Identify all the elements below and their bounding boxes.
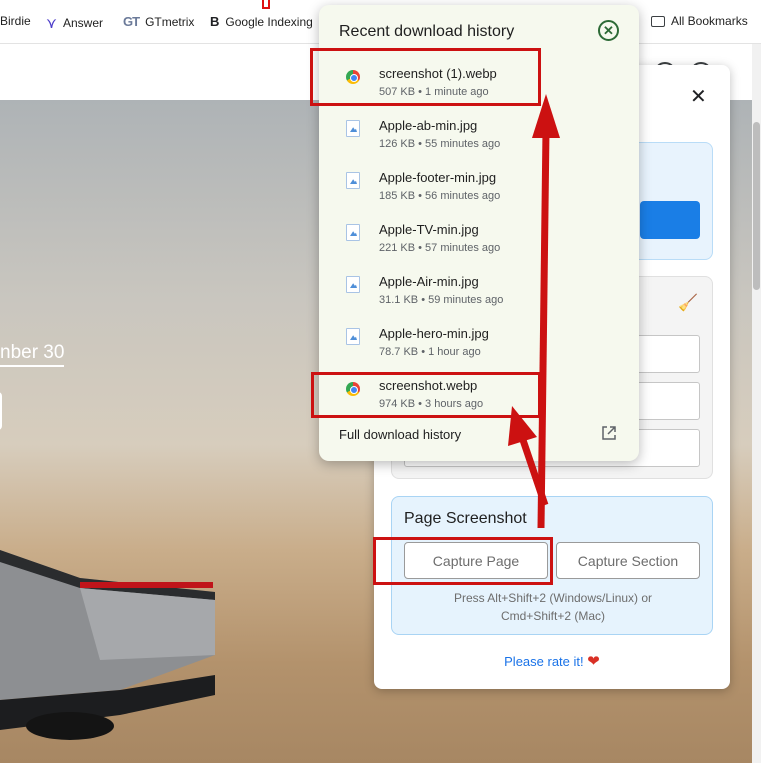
annotation-box-latest-download — [310, 48, 541, 106]
close-circle-icon[interactable]: ✕ — [598, 20, 619, 41]
bookmark-gtmetrix[interactable]: GT GTmetrix — [123, 14, 194, 29]
annotation-box-older-download — [311, 372, 541, 418]
popup-title: Recent download history — [339, 23, 515, 40]
close-icon[interactable]: ✕ — [690, 84, 707, 109]
image-file-icon — [346, 276, 360, 293]
download-name: Apple-ab-min.jpg — [379, 118, 478, 133]
download-meta: 31.1 KB • 59 minutes ago — [379, 294, 504, 306]
download-meta: 185 KB • 56 minutes ago — [379, 190, 501, 202]
broom-icon[interactable]: 🧹 — [678, 293, 698, 313]
shortcut-hint-line: Cmd+Shift+2 (Mac) — [500, 609, 606, 623]
bookmark-label: GTmetrix — [145, 14, 195, 29]
open-external-icon[interactable] — [601, 425, 617, 441]
truck-image — [0, 550, 215, 740]
bookmark-label: Google Indexing — [225, 14, 313, 29]
download-name: Apple-Air-min.jpg — [379, 274, 479, 289]
heart-icon: ❤ — [587, 653, 600, 670]
shortcut-hint: Press Alt+Shift+2 (Windows/Linux) or Cmd… — [392, 589, 714, 625]
image-file-icon — [346, 328, 360, 345]
bookmark-answer[interactable]: ⋎ Answer — [46, 14, 103, 32]
full-download-history-link[interactable]: Full download history — [339, 427, 461, 442]
bookmark-google-indexing[interactable]: B Google Indexing — [210, 14, 313, 29]
image-file-icon — [346, 224, 360, 241]
scrollbar-thumb[interactable] — [753, 122, 760, 290]
section-title: Page Screenshot — [404, 510, 527, 527]
rate-label: Please rate it! — [504, 654, 584, 669]
download-meta: 221 KB • 57 minutes ago — [379, 242, 501, 254]
download-name: Apple-TV-min.jpg — [379, 222, 479, 237]
annotation-box-capture-page — [373, 537, 553, 585]
download-item[interactable]: Apple-ab-min.jpg 126 KB • 55 minutes ago — [319, 110, 639, 162]
primary-action-button[interactable] — [640, 201, 700, 239]
download-name: Apple-footer-min.jpg — [379, 170, 497, 185]
download-item[interactable]: Apple-Air-min.jpg 31.1 KB • 59 minutes a… — [319, 266, 639, 318]
download-item[interactable]: Apple-footer-min.jpg 185 KB • 56 minutes… — [319, 162, 639, 214]
hero-date-link[interactable]: nber 30 — [0, 342, 65, 367]
download-meta: 126 KB • 55 minutes ago — [379, 138, 501, 150]
rate-link[interactable]: Please rate it! ❤ — [374, 652, 730, 670]
page-scrollbar[interactable] — [752, 44, 761, 763]
download-item[interactable]: Apple-TV-min.jpg 221 KB • 57 minutes ago — [319, 214, 639, 266]
folder-icon — [651, 15, 665, 27]
bold-b-logo-icon: B — [210, 14, 220, 29]
all-bookmarks-button[interactable]: All Bookmarks — [651, 14, 748, 28]
bookmark-label: Birdie — [0, 14, 31, 28]
download-item[interactable]: Apple-hero-min.jpg 78.7 KB • 1 hour ago — [319, 318, 639, 370]
capture-section-button[interactable]: Capture Section — [556, 542, 700, 579]
all-bookmarks-label: All Bookmarks — [671, 14, 748, 28]
hero-button[interactable] — [0, 392, 2, 430]
bookmark-birdie[interactable]: Birdie — [0, 14, 31, 28]
image-file-icon — [346, 120, 360, 137]
shortcut-hint-line: Press Alt+Shift+2 (Windows/Linux) or — [453, 591, 653, 605]
annotation-marker — [262, 0, 270, 9]
image-file-icon — [346, 172, 360, 189]
download-meta: 78.7 KB • 1 hour ago — [379, 346, 481, 358]
bookmark-label: Answer — [63, 16, 104, 30]
answer-logo-icon: ⋎ — [46, 15, 57, 32]
gtmetrix-logo-icon: GT — [123, 14, 140, 29]
download-name: Apple-hero-min.jpg — [379, 326, 489, 341]
